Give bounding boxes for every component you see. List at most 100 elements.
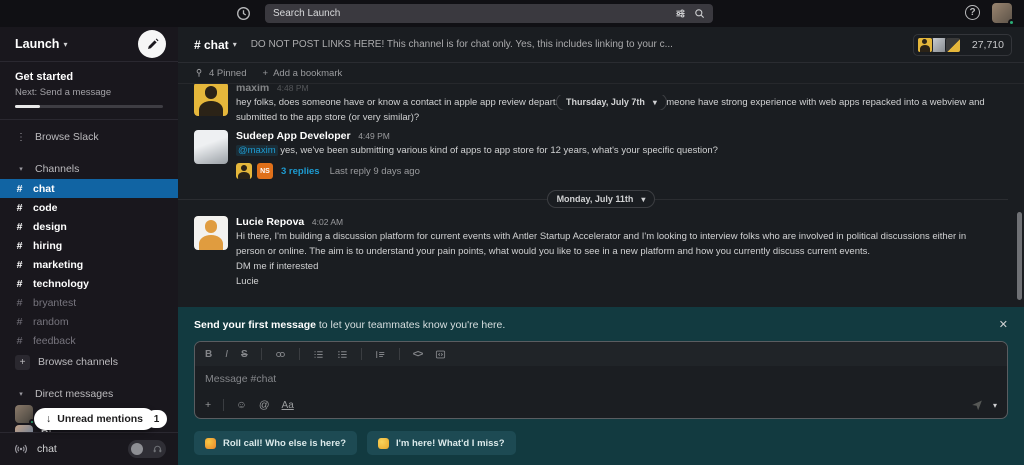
huddle-bar[interactable]: chat xyxy=(0,432,178,465)
message-sudeep[interactable]: Sudeep App Developer 4:49 PM @maxim yes,… xyxy=(194,130,1024,180)
search-input[interactable]: Search Launch xyxy=(265,4,713,23)
avatar[interactable] xyxy=(194,84,228,116)
hash-icon: # xyxy=(15,335,24,347)
huddle-signal-icon xyxy=(14,442,28,456)
avatar[interactable] xyxy=(194,216,228,250)
message-author[interactable]: maxim xyxy=(236,84,269,94)
prompt-label: I'm here! What'd I miss? xyxy=(396,438,505,449)
strikethrough-icon[interactable]: S xyxy=(241,349,248,360)
attach-plus-icon[interactable]: + xyxy=(205,399,211,411)
channels-section-header[interactable]: ▾ Channels xyxy=(0,159,178,179)
unread-mentions-label: Unread mentions xyxy=(57,413,143,425)
browse-slack-label: Browse Slack xyxy=(35,131,99,143)
hash-icon: # xyxy=(15,202,24,214)
bold-icon[interactable]: B xyxy=(205,349,212,360)
text-format-icon[interactable]: Aa xyxy=(282,400,294,411)
sticky-date-pill[interactable]: Thursday, July 7th ▾ xyxy=(556,95,667,110)
roll-call-button[interactable]: Roll call! Who else is here? xyxy=(194,431,357,455)
message-input[interactable]: Message #chat xyxy=(195,366,1007,392)
blockquote-icon[interactable] xyxy=(375,349,386,360)
bulleted-list-icon[interactable] xyxy=(337,349,348,360)
scrollbar-thumb[interactable] xyxy=(1017,212,1022,300)
pinned-items[interactable]: 4 Pinned xyxy=(194,68,247,79)
unread-mentions-button[interactable]: ↓ Unread mentions xyxy=(34,408,155,430)
chevron-down-icon: ▾ xyxy=(641,195,645,204)
code-block-icon[interactable] xyxy=(435,349,446,360)
chevron-down-icon[interactable]: ▾ xyxy=(15,165,27,173)
channel-name[interactable]: # chat xyxy=(194,38,229,52)
divider xyxy=(261,348,262,360)
history-icon[interactable] xyxy=(236,6,251,21)
progress-bar xyxy=(15,105,163,108)
sidebar-item-channel-feedback[interactable]: # feedback xyxy=(0,331,178,350)
message-composer[interactable]: B I S <> Message #chat + ☺ xyxy=(194,341,1008,419)
thread-replies-link[interactable]: 3 replies xyxy=(281,164,320,179)
prompt-label: Roll call! Who else is here? xyxy=(223,438,346,449)
sidebar-item-channel-chat[interactable]: # chat xyxy=(0,179,178,198)
chevron-down-icon[interactable]: ▾ xyxy=(15,390,27,398)
code-icon[interactable]: <> xyxy=(413,349,423,360)
message-text: person or online. The aim is to understa… xyxy=(236,244,1008,259)
emoji-icon[interactable]: ☺ xyxy=(236,399,247,411)
workspace-name[interactable]: Launch xyxy=(15,37,59,51)
message-time: 4:49 PM xyxy=(358,131,390,141)
unread-count-badge[interactable]: 1 xyxy=(146,410,167,428)
workspace-header[interactable]: Launch ▾ xyxy=(0,27,178,62)
message-author[interactable]: Lucie Repova xyxy=(236,216,304,228)
huddle-toggle[interactable] xyxy=(128,440,166,458)
thread-avatar-initials: NS xyxy=(257,163,273,179)
mention-icon[interactable]: @ xyxy=(259,399,270,411)
dms-section-header[interactable]: ▾ Direct messages xyxy=(0,384,178,404)
divider xyxy=(361,348,362,360)
hash-icon: # xyxy=(15,278,24,290)
sidebar-item-channel-design[interactable]: # design xyxy=(0,217,178,236)
link-icon[interactable] xyxy=(275,349,286,360)
banner-bold-text: Send your first message xyxy=(194,319,316,331)
message-author[interactable]: Sudeep App Developer xyxy=(236,130,351,142)
sidebar-item-channel-technology[interactable]: # technology xyxy=(0,274,178,293)
member-count-widget[interactable]: 27,710 xyxy=(913,34,1012,56)
hash-icon: # xyxy=(15,183,24,195)
channel-topic[interactable]: DO NOT POST LINKS HERE! This channel is … xyxy=(251,39,903,50)
sidebar-item-channel-code[interactable]: # code xyxy=(0,198,178,217)
thread-summary[interactable]: NS 3 replies Last reply 9 days ago xyxy=(236,162,1008,180)
message-maxim[interactable]: maxim 4:48 PM hey folks, does someone ha… xyxy=(194,84,1024,125)
thread-last-reply: Last reply 9 days ago xyxy=(330,164,420,179)
chevron-down-icon[interactable]: ▾ xyxy=(993,401,997,410)
get-started-next-step: Next: Send a message xyxy=(15,87,163,98)
get-started-panel[interactable]: Get started Next: Send a message xyxy=(0,62,178,120)
im-here-button[interactable]: I'm here! What'd I miss? xyxy=(367,431,516,455)
add-bookmark-button[interactable]: + Add a bookmark xyxy=(263,68,343,79)
divider xyxy=(399,348,400,360)
banner-rest-text: to let your teammates know you're here. xyxy=(316,319,505,331)
user-mention[interactable]: @maxim xyxy=(236,145,278,156)
send-button[interactable]: ▾ xyxy=(971,399,997,411)
avatar[interactable] xyxy=(194,130,228,164)
hash-icon: # xyxy=(15,297,24,309)
ordered-list-icon[interactable] xyxy=(313,349,324,360)
message-text: Hi there, I'm building a discussion plat… xyxy=(236,229,1008,244)
date-pill[interactable]: Monday, July 11th ▾ xyxy=(547,190,656,208)
sidebar-item-browse-channels[interactable]: + Browse channels xyxy=(0,352,178,372)
raising-hand-emoji-icon xyxy=(205,438,216,449)
sidebar-item-channel-marketing[interactable]: # marketing xyxy=(0,255,178,274)
help-icon[interactable]: ? xyxy=(965,5,980,20)
sidebar-item-browse-slack[interactable]: ⋮ Browse Slack xyxy=(0,127,178,147)
sidebar-item-channel-bryantest[interactable]: # bryantest xyxy=(0,293,178,312)
user-avatar[interactable] xyxy=(992,3,1012,23)
message-text: hey folks, does someone have or know a c… xyxy=(236,97,561,108)
message-time: 4:02 AM xyxy=(312,217,343,227)
progress-fill xyxy=(15,105,40,108)
italic-icon[interactable]: I xyxy=(225,349,228,360)
new-message-button[interactable] xyxy=(138,30,166,58)
message-lucie[interactable]: Lucie Repova 4:02 AM Hi there, I'm build… xyxy=(194,216,1024,289)
sidebar: Launch ▾ Get started Next: Send a messag… xyxy=(0,27,178,465)
close-icon[interactable]: ✕ xyxy=(999,318,1008,331)
filter-sliders-icon[interactable] xyxy=(675,8,686,19)
sidebar-item-channel-hiring[interactable]: # hiring xyxy=(0,236,178,255)
plus-icon: + xyxy=(15,355,30,370)
message-text: DM me if interested xyxy=(236,259,1008,274)
sidebar-item-channel-random[interactable]: # random xyxy=(0,312,178,331)
chevron-down-icon[interactable]: ▾ xyxy=(233,40,237,49)
search-icon[interactable] xyxy=(694,8,705,19)
